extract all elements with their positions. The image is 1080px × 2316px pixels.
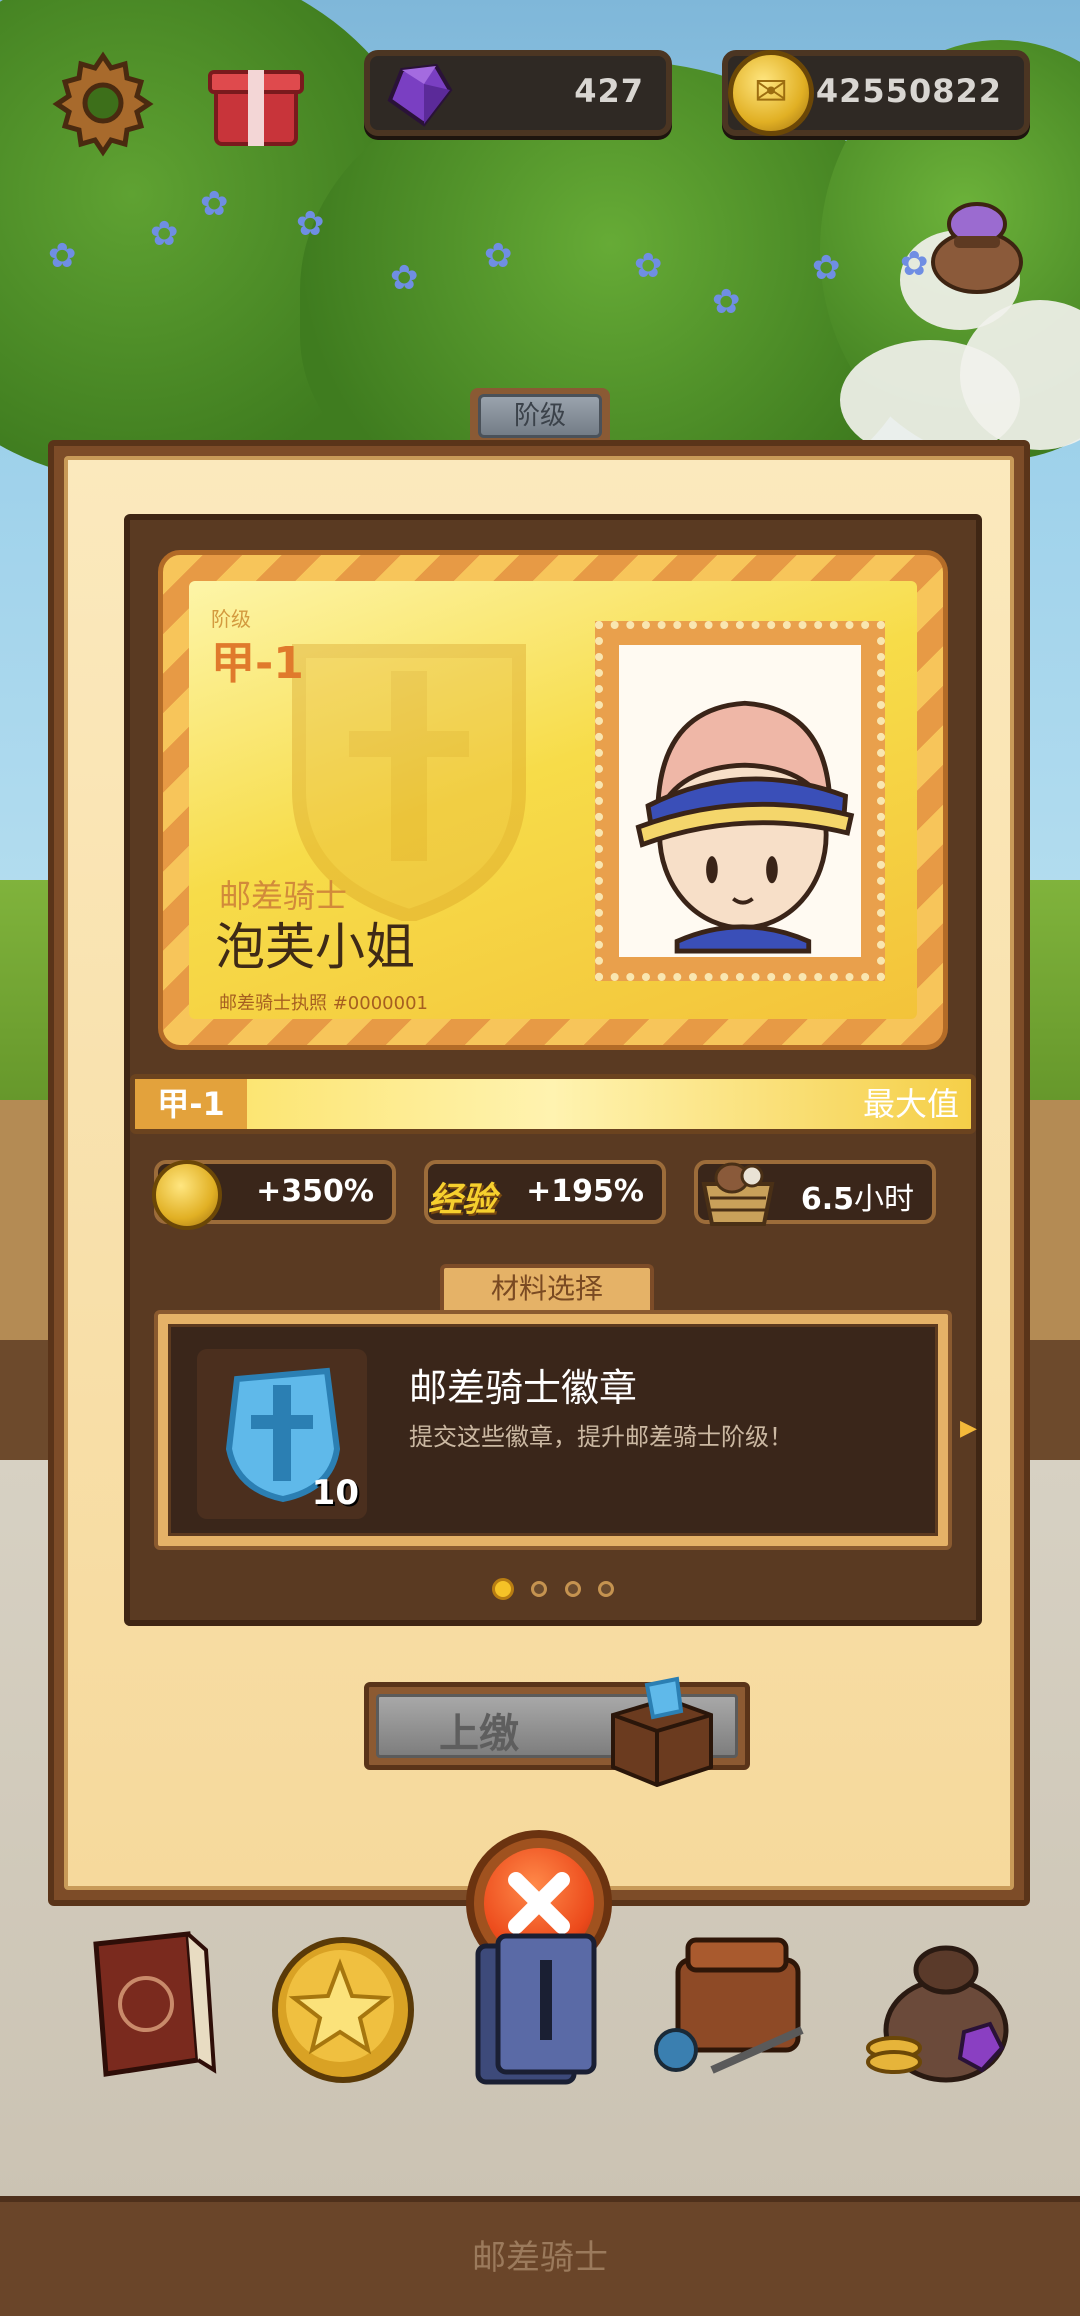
coin-bonus: +350% bbox=[152, 1160, 396, 1230]
bag-icon[interactable] bbox=[922, 190, 1032, 300]
gem-counter[interactable]: 427 bbox=[364, 50, 672, 136]
exp-bonus-value: +195% bbox=[526, 1174, 644, 1209]
nav-cards-button[interactable] bbox=[466, 1920, 616, 2090]
flower-icon: ✿ bbox=[48, 236, 77, 276]
gear-icon bbox=[52, 51, 154, 157]
book-icon bbox=[93, 1931, 217, 2077]
flower-icon: ✿ bbox=[390, 258, 419, 298]
rank-frame: 阶级 甲-1 邮差骑士 泡芙小姐 邮差骑士执照 #0000001 甲-1 最大值… bbox=[124, 514, 982, 1626]
license-card: 阶级 甲-1 邮差骑士 泡芙小姐 邮差骑士执照 #0000001 bbox=[158, 550, 948, 1050]
material-count: 10 bbox=[311, 1473, 359, 1513]
flower-icon: ✿ bbox=[200, 184, 229, 224]
license-number: 邮差骑士执照 #0000001 bbox=[219, 993, 428, 1014]
knight-portrait-icon bbox=[635, 700, 855, 954]
pager-dot[interactable] bbox=[564, 1581, 581, 1597]
dialog-tab: 阶级 bbox=[470, 388, 610, 444]
bonus-row: +350% 经验 +195% 6.5小时 bbox=[152, 1160, 954, 1230]
material-select-tab: 材料选择 bbox=[440, 1264, 654, 1312]
nav-book-button[interactable] bbox=[76, 1920, 226, 2090]
rank-value: 甲-1 bbox=[211, 638, 304, 689]
flower-icon: ✿ bbox=[296, 204, 325, 244]
nav-loot-bag-button[interactable] bbox=[860, 1920, 1010, 2090]
backpack-icon bbox=[654, 1937, 804, 2074]
nav-star-coin-button[interactable] bbox=[268, 1920, 418, 2090]
flower-icon: ✿ bbox=[812, 248, 841, 288]
knight-name: 泡芙小姐 bbox=[215, 918, 415, 976]
rank-dialog: 阶级 甲-1 邮差骑士 泡芙小姐 邮差骑士执照 #0000001 甲-1 最大值… bbox=[48, 440, 1030, 1906]
flower-icon: ✿ bbox=[634, 246, 663, 286]
exp-bonus: 经验 +195% bbox=[424, 1160, 666, 1224]
time-bonus-number: 6.5 bbox=[800, 1182, 854, 1217]
license-card-face: 阶级 甲-1 邮差骑士 泡芙小姐 邮差骑士执照 #0000001 bbox=[189, 581, 917, 1019]
submit-button[interactable]: 上缴 bbox=[364, 1676, 750, 1787]
dialog-tab-label: 阶级 bbox=[478, 394, 602, 438]
rank-progress-bar: 甲-1 最大值 bbox=[130, 1074, 976, 1134]
bag-shape bbox=[931, 202, 1023, 294]
time-bonus: 6.5小时 bbox=[694, 1160, 936, 1226]
material-pager bbox=[130, 1578, 976, 1608]
flower-icon: ✿ bbox=[484, 236, 513, 276]
time-bonus-value: 6.5小时 bbox=[801, 1174, 914, 1218]
footer-title: 邮差骑士 bbox=[472, 2238, 608, 2278]
crate-icon bbox=[701, 1162, 775, 1226]
character-portrait bbox=[619, 645, 861, 957]
submit-label: 上缴 bbox=[439, 1711, 519, 1757]
time-bonus-unit: 小时 bbox=[854, 1182, 914, 1217]
material-card[interactable]: 10 邮差骑士徽章 提交这些徽章，提升邮差骑士阶级！ bbox=[168, 1324, 938, 1536]
flower-icon: ✿ bbox=[712, 282, 741, 322]
coin-icon: ✉ bbox=[728, 50, 814, 136]
nav-backpack-button[interactable] bbox=[652, 1920, 804, 2090]
settings-gear-button[interactable] bbox=[48, 48, 158, 158]
material-panel: 10 邮差骑士徽章 提交这些徽章，提升邮差骑士阶级！ bbox=[154, 1310, 952, 1550]
coin-counter[interactable]: ✉ 42550822 bbox=[722, 50, 1030, 136]
coin-bonus-value: +350% bbox=[256, 1174, 374, 1209]
material-description: 提交这些徽章，提升邮差骑士阶级！ bbox=[409, 1423, 793, 1451]
next-material-arrow-icon[interactable]: ▶ bbox=[960, 1416, 977, 1441]
loot-bag-icon bbox=[866, 1945, 1009, 2083]
coin-icon bbox=[152, 1160, 222, 1230]
gift-ribbon bbox=[248, 70, 264, 146]
gem-icon bbox=[387, 63, 453, 127]
coin-count: 42550822 bbox=[815, 72, 1002, 110]
star-coin-icon bbox=[272, 1937, 414, 2083]
pager-dot[interactable] bbox=[531, 1581, 548, 1597]
pager-dot[interactable] bbox=[597, 1581, 614, 1597]
exp-badge: 经验 bbox=[428, 1180, 496, 1220]
gem-count: 427 bbox=[574, 72, 644, 110]
badge-slot: 10 bbox=[197, 1349, 367, 1519]
portrait-stamp bbox=[595, 621, 885, 981]
pager-dot-active[interactable] bbox=[492, 1578, 515, 1600]
progress-max-label: 最大值 bbox=[862, 1085, 959, 1123]
dialog-body: 阶级 甲-1 邮差骑士 泡芙小姐 邮差骑士执照 #0000001 甲-1 最大值… bbox=[64, 456, 1014, 1890]
rank-progress-fill bbox=[135, 1079, 971, 1129]
material-title: 邮差骑士徽章 bbox=[409, 1366, 638, 1410]
gift-button[interactable] bbox=[208, 52, 304, 148]
submission-box-icon bbox=[611, 1676, 713, 1787]
progress-rank-label: 甲-1 bbox=[135, 1079, 247, 1129]
cards-icon bbox=[475, 1933, 597, 2085]
flower-icon: ✿ bbox=[150, 214, 179, 254]
